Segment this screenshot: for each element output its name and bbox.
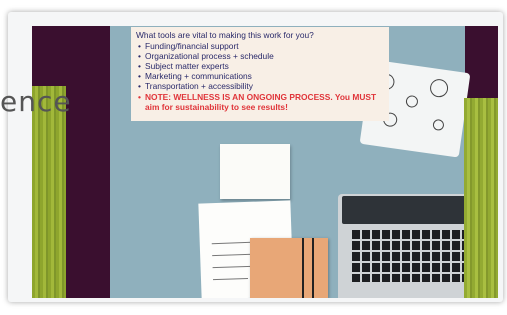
callout-question: What tools are vital to making this work… bbox=[136, 30, 314, 40]
tools-callout: What tools are vital to making this work… bbox=[131, 27, 389, 121]
list-item: Organizational process + schedule bbox=[138, 51, 384, 61]
white-notepad bbox=[220, 144, 290, 199]
overlapping-text-fragment: ence bbox=[0, 85, 72, 118]
presentation-slide: What tools are vital to making this work… bbox=[32, 26, 498, 298]
list-item: Marketing + communications bbox=[138, 71, 384, 81]
tools-list: Funding/financial support Organizational… bbox=[136, 41, 384, 112]
wellness-warning: NOTE: WELLNESS IS AN ONGOING PROCESS. Yo… bbox=[138, 92, 384, 112]
list-item: Subject matter experts bbox=[138, 61, 384, 71]
orange-notebook bbox=[250, 238, 328, 298]
green-accent-right bbox=[464, 98, 498, 298]
list-item: Funding/financial support bbox=[138, 41, 384, 51]
list-item: Transportation + accessibility bbox=[138, 81, 384, 91]
